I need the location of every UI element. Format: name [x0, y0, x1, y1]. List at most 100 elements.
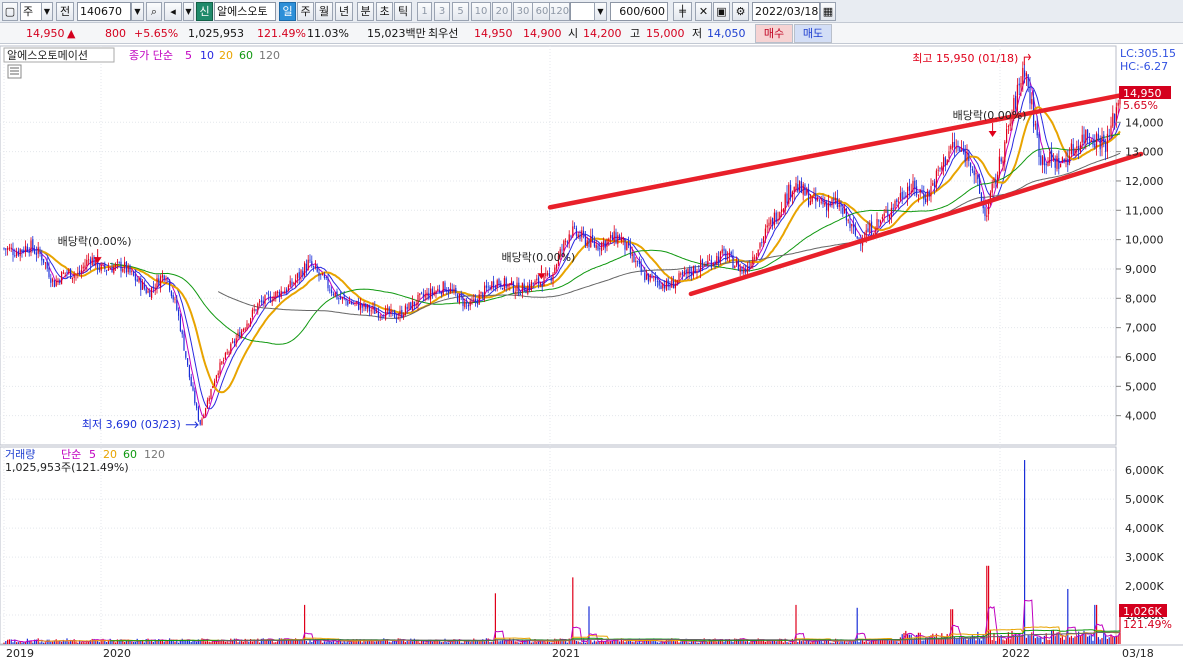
- interval-input[interactable]: [570, 2, 595, 21]
- volume-bar: [898, 642, 900, 644]
- candle-body: [880, 220, 882, 224]
- code-input[interactable]: 140670: [77, 2, 131, 21]
- interval-30[interactable]: 30: [513, 2, 533, 21]
- candle-body: [1076, 146, 1078, 149]
- volume-bar: [277, 641, 279, 644]
- quote-change-pct: +5.65%: [134, 27, 179, 40]
- volume-bar: [1117, 635, 1119, 644]
- prev-button[interactable]: 전: [56, 2, 74, 21]
- candle-body: [64, 272, 66, 274]
- tab-day[interactable]: 일: [279, 2, 296, 21]
- y-tick-label: 5,000: [1125, 380, 1157, 393]
- volume-bar: [651, 641, 653, 644]
- candle-body: [1052, 157, 1054, 159]
- candle-body: [682, 272, 684, 275]
- candle-body: [152, 286, 154, 288]
- candle-body: [523, 283, 525, 292]
- candle-body: [620, 238, 622, 242]
- interval-120[interactable]: 120: [549, 2, 570, 21]
- tab-week[interactable]: 주: [297, 2, 314, 21]
- search-icon[interactable]: ⌕: [146, 2, 162, 21]
- volume-bar: [545, 642, 547, 644]
- candle-body: [629, 245, 631, 255]
- date-input[interactable]: 2022/03/18: [752, 2, 820, 21]
- price-chart[interactable]: 최고 15,950 (01/18) 최저 3,690 (03/23) 배당락(0.0…: [0, 44, 1183, 661]
- candle-body: [570, 235, 572, 237]
- candle-body: [817, 198, 819, 201]
- candle-body: [961, 147, 963, 149]
- speaker-icon[interactable]: ◂: [164, 2, 182, 21]
- candle-body: [82, 266, 84, 269]
- volume-bar: [995, 640, 997, 644]
- candle-body: [745, 269, 747, 272]
- volume-bar: [851, 641, 853, 644]
- candle-body: [673, 281, 675, 289]
- tab-year[interactable]: 년: [335, 2, 353, 21]
- candle-body: [714, 262, 716, 264]
- save-icon[interactable]: ▣: [713, 2, 730, 21]
- candle-body: [950, 146, 952, 150]
- calendar-icon[interactable]: ▦: [820, 2, 836, 21]
- tools-icon[interactable]: ✕: [695, 2, 712, 21]
- gear-icon[interactable]: ⚙: [732, 2, 749, 21]
- candle-body: [192, 385, 194, 391]
- volume-bar: [485, 638, 487, 644]
- candle-body: [178, 309, 180, 316]
- interval-dropdown-icon[interactable]: ▼: [594, 2, 607, 21]
- interval-3[interactable]: 3: [434, 2, 450, 21]
- interval-20[interactable]: 20: [492, 2, 512, 21]
- candle-type-icon[interactable]: ╪: [673, 2, 692, 21]
- market-dropdown-icon[interactable]: ▼: [41, 2, 53, 21]
- candle-body: [892, 207, 894, 210]
- tab-minute[interactable]: 분: [357, 2, 374, 21]
- candle-body: [334, 292, 336, 297]
- volume-bar: [511, 640, 513, 644]
- candle-body: [451, 289, 453, 291]
- candle-body: [1085, 129, 1087, 143]
- candle-body: [221, 361, 223, 364]
- tab-tick[interactable]: 틱: [394, 2, 412, 21]
- x-tick-label: 03/18: [1122, 647, 1154, 660]
- candle-body: [502, 288, 504, 290]
- candle-body: [628, 242, 630, 246]
- interval-10[interactable]: 10: [471, 2, 491, 21]
- tab-month[interactable]: 월: [315, 2, 333, 21]
- candle-body: [183, 334, 185, 351]
- candle-body: [210, 388, 212, 399]
- volume-bar: [863, 641, 865, 644]
- interval-5[interactable]: 5: [452, 2, 469, 21]
- bar-count-input[interactable]: 600/600: [610, 2, 668, 21]
- candle-body: [435, 291, 437, 294]
- candle-body: [368, 305, 370, 312]
- candle-body: [1081, 134, 1083, 143]
- ex-dividend-marker-icon: [988, 130, 997, 137]
- volume-bar: [575, 640, 577, 644]
- candle-body: [422, 293, 424, 297]
- speaker-dropdown-icon[interactable]: ▼: [183, 2, 194, 21]
- candle-body: [898, 201, 900, 203]
- candle-body: [250, 318, 252, 324]
- market-label: 주: [23, 5, 34, 18]
- candle-body: [34, 250, 36, 254]
- candle-body: [988, 202, 990, 215]
- candle-body: [678, 273, 680, 281]
- candle-body: [354, 302, 356, 304]
- volume-bar: [745, 641, 747, 644]
- candle-body: [802, 184, 804, 195]
- window-icon[interactable]: ▢: [2, 2, 18, 21]
- credit-badge[interactable]: 신: [196, 2, 213, 21]
- tab-second[interactable]: 초: [376, 2, 393, 21]
- candle-body: [311, 261, 313, 267]
- sell-button[interactable]: 매도: [794, 24, 832, 43]
- candle-body: [374, 306, 376, 314]
- candle-body: [460, 293, 462, 298]
- candle-body: [226, 352, 228, 354]
- candle-body: [856, 236, 858, 239]
- volume-bar: [988, 565, 990, 644]
- market-select[interactable]: 주: [20, 2, 42, 21]
- volume-bar: [431, 641, 433, 644]
- candle-body: [653, 276, 655, 278]
- code-dropdown-icon[interactable]: ▼: [131, 2, 144, 21]
- buy-button[interactable]: 매수: [755, 24, 793, 43]
- interval-1[interactable]: 1: [417, 2, 432, 21]
